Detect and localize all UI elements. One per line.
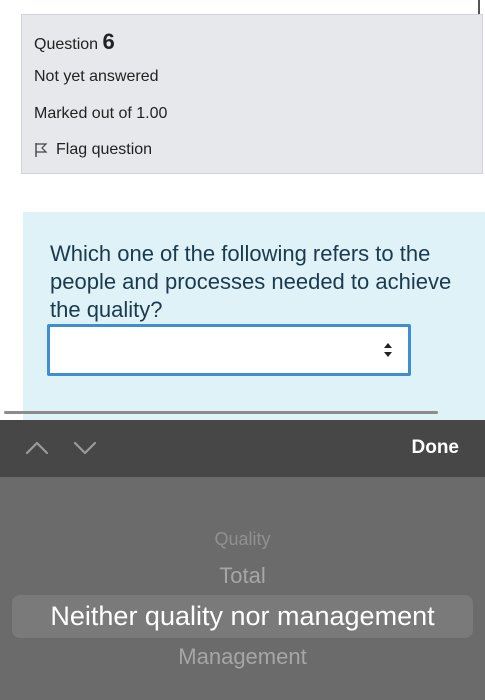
option-picker-wheel[interactable]: Quality Total Neither quality nor manage…: [0, 477, 485, 700]
flag-icon: [35, 143, 48, 157]
picker-option[interactable]: Management: [0, 644, 485, 670]
question-content: Which one of the following refers to the…: [23, 212, 485, 420]
picker-option-selected[interactable]: Neither quality nor management: [0, 601, 485, 632]
marks-info: Marked out of 1.00: [34, 105, 168, 122]
picker-toolbar: Done: [0, 420, 485, 477]
select-arrows-icon: [384, 343, 392, 357]
question-info-panel: Question 6 Not yet answered Marked out o…: [21, 14, 483, 174]
question-label: Question: [34, 36, 99, 53]
answer-status: Not yet answered: [34, 68, 159, 85]
question-heading: Question 6: [34, 29, 115, 55]
picker-option[interactable]: Total: [0, 563, 485, 589]
chevron-down-icon[interactable]: [72, 440, 98, 456]
chevron-up-icon[interactable]: [24, 440, 50, 456]
picker-option[interactable]: Quality: [0, 529, 485, 550]
flag-question-link[interactable]: Flag question: [34, 141, 152, 159]
question-number: 6: [102, 29, 115, 54]
done-button[interactable]: Done: [406, 436, 466, 460]
answer-select[interactable]: [47, 324, 411, 376]
question-text: Which one of the following refers to the…: [50, 241, 452, 322]
flag-question-label: Flag question: [56, 141, 153, 158]
horizontal-scrollbar[interactable]: [4, 411, 438, 414]
